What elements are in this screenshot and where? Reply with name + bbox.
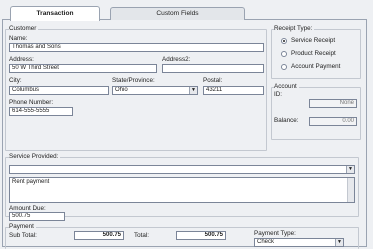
address2-label: Address2:	[162, 56, 191, 63]
service-receipt-label[interactable]: Service Receipt	[291, 37, 335, 45]
city-label: City:	[9, 77, 22, 84]
total-field: 500.75	[176, 231, 226, 240]
textarea-scrollbar[interactable]	[347, 178, 354, 202]
chevron-down-icon[interactable]: ▼	[189, 87, 197, 94]
chevron-down-icon[interactable]: ▼	[346, 166, 354, 173]
payment-type-label: Payment Type:	[254, 230, 296, 237]
amount-due-field[interactable]: 500.75	[9, 212, 65, 221]
service-group-title: Service Provided:	[9, 153, 61, 161]
receipt-type-title: Receipt Type:	[274, 25, 315, 33]
city-field[interactable]: Columbus	[9, 86, 109, 95]
account-group	[271, 87, 361, 140]
service-receipt-radio[interactable]	[281, 38, 287, 44]
state-value: Ohio	[115, 87, 128, 93]
payment-type-value: Check	[257, 239, 275, 245]
balance-label: Balance:	[274, 117, 299, 124]
account-id-label: ID:	[274, 91, 283, 98]
chevron-down-icon[interactable]: ▼	[335, 239, 343, 246]
subtotal-label: Sub Total:	[9, 232, 37, 239]
payment-type-dropdown[interactable]: Check ▼	[254, 238, 344, 247]
tab-transaction[interactable]: Transaction	[10, 6, 100, 21]
name-label: Name:	[9, 35, 28, 42]
total-label: Total:	[134, 232, 150, 239]
customer-group-title: Customer	[9, 25, 39, 33]
postal-field[interactable]: 43211	[203, 86, 264, 95]
payment-group-title: Payment	[9, 223, 36, 231]
address-field[interactable]: 50 W Third Street	[9, 64, 157, 73]
account-payment-radio[interactable]	[281, 64, 287, 70]
product-receipt-label[interactable]: Product Receipt	[291, 50, 336, 58]
account-payment-label[interactable]: Account Payment	[291, 63, 340, 71]
state-label: State/Province:	[112, 77, 155, 84]
subtotal-field: 500.75	[74, 231, 124, 240]
product-receipt-radio[interactable]	[281, 51, 287, 57]
address-label: Address:	[9, 56, 34, 63]
service-description-textarea[interactable]: Rent payment	[9, 177, 355, 203]
name-field[interactable]: Thomas and Sons	[9, 43, 264, 52]
postal-label: Postal:	[203, 77, 223, 84]
state-dropdown[interactable]: Ohio ▼	[112, 86, 198, 95]
address2-field[interactable]	[162, 64, 264, 73]
tab-custom-fields[interactable]: Custom Fields	[110, 7, 245, 20]
phone-field[interactable]: 614-555-5555	[9, 107, 73, 116]
account-id-field: None	[309, 99, 357, 108]
service-dropdown[interactable]: ▼	[9, 165, 355, 174]
phone-label: Phone Number:	[9, 99, 54, 106]
balance-field: 0.00	[309, 117, 357, 126]
service-description-text: Rent payment	[12, 179, 50, 185]
account-group-title: Account	[274, 83, 299, 91]
